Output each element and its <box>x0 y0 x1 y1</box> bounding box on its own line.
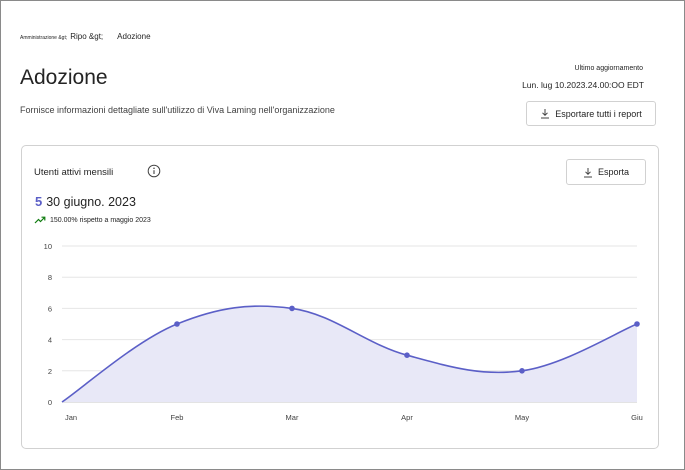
last-update-value: Lun. lug 10.2023.24.00:OO EDT <box>522 80 644 90</box>
breadcrumb: Amministrazione &gt; Ripo &gt; Adozione <box>20 32 151 41</box>
page-title: Adozione <box>20 66 108 89</box>
x-tick-label: Mar <box>286 413 299 422</box>
adoption-chart: 0 2 4 6 8 10 Jan Feb Mar Apr May Giu <box>44 242 643 422</box>
x-tick-label: Apr <box>401 413 413 422</box>
x-tick-label: Feb <box>171 413 184 422</box>
export-all-reports-button[interactable]: Esportare tutti i report <box>526 101 656 126</box>
breadcrumb-current: Adozione <box>117 32 151 41</box>
area-fill <box>62 306 637 402</box>
app-window: Amministrazione &gt; Ripo &gt; Adozione … <box>0 0 685 470</box>
monthly-active-users-card: Utenti attivi mensili Esporta 5 30 giugn… <box>21 145 659 449</box>
breadcrumb-item-admin[interactable]: Amministrazione &gt; <box>20 35 67 41</box>
x-tick-label: Giu <box>631 413 643 422</box>
data-point <box>289 305 295 312</box>
y-tick-label: 8 <box>48 273 52 282</box>
data-point <box>519 368 525 374</box>
y-tick-label: 2 <box>48 367 52 376</box>
x-tick-label: May <box>515 413 529 422</box>
y-tick-label: 0 <box>48 398 52 407</box>
x-tick-label: Jan <box>65 413 77 422</box>
data-point <box>634 321 640 327</box>
data-point <box>404 352 410 358</box>
breadcrumb-item-reports[interactable]: Ripo &gt; <box>70 32 103 41</box>
export-all-label: Esportare tutti i report <box>555 108 642 119</box>
data-point <box>174 321 180 327</box>
last-update-label: Ultimo aggiornamento <box>574 65 643 72</box>
y-tick-label: 4 <box>48 336 52 345</box>
y-tick-label: 10 <box>44 242 52 251</box>
download-icon <box>541 109 550 119</box>
page-description: Fornisce informazioni dettagliate sull'u… <box>20 105 335 115</box>
y-tick-label: 6 <box>48 304 52 313</box>
